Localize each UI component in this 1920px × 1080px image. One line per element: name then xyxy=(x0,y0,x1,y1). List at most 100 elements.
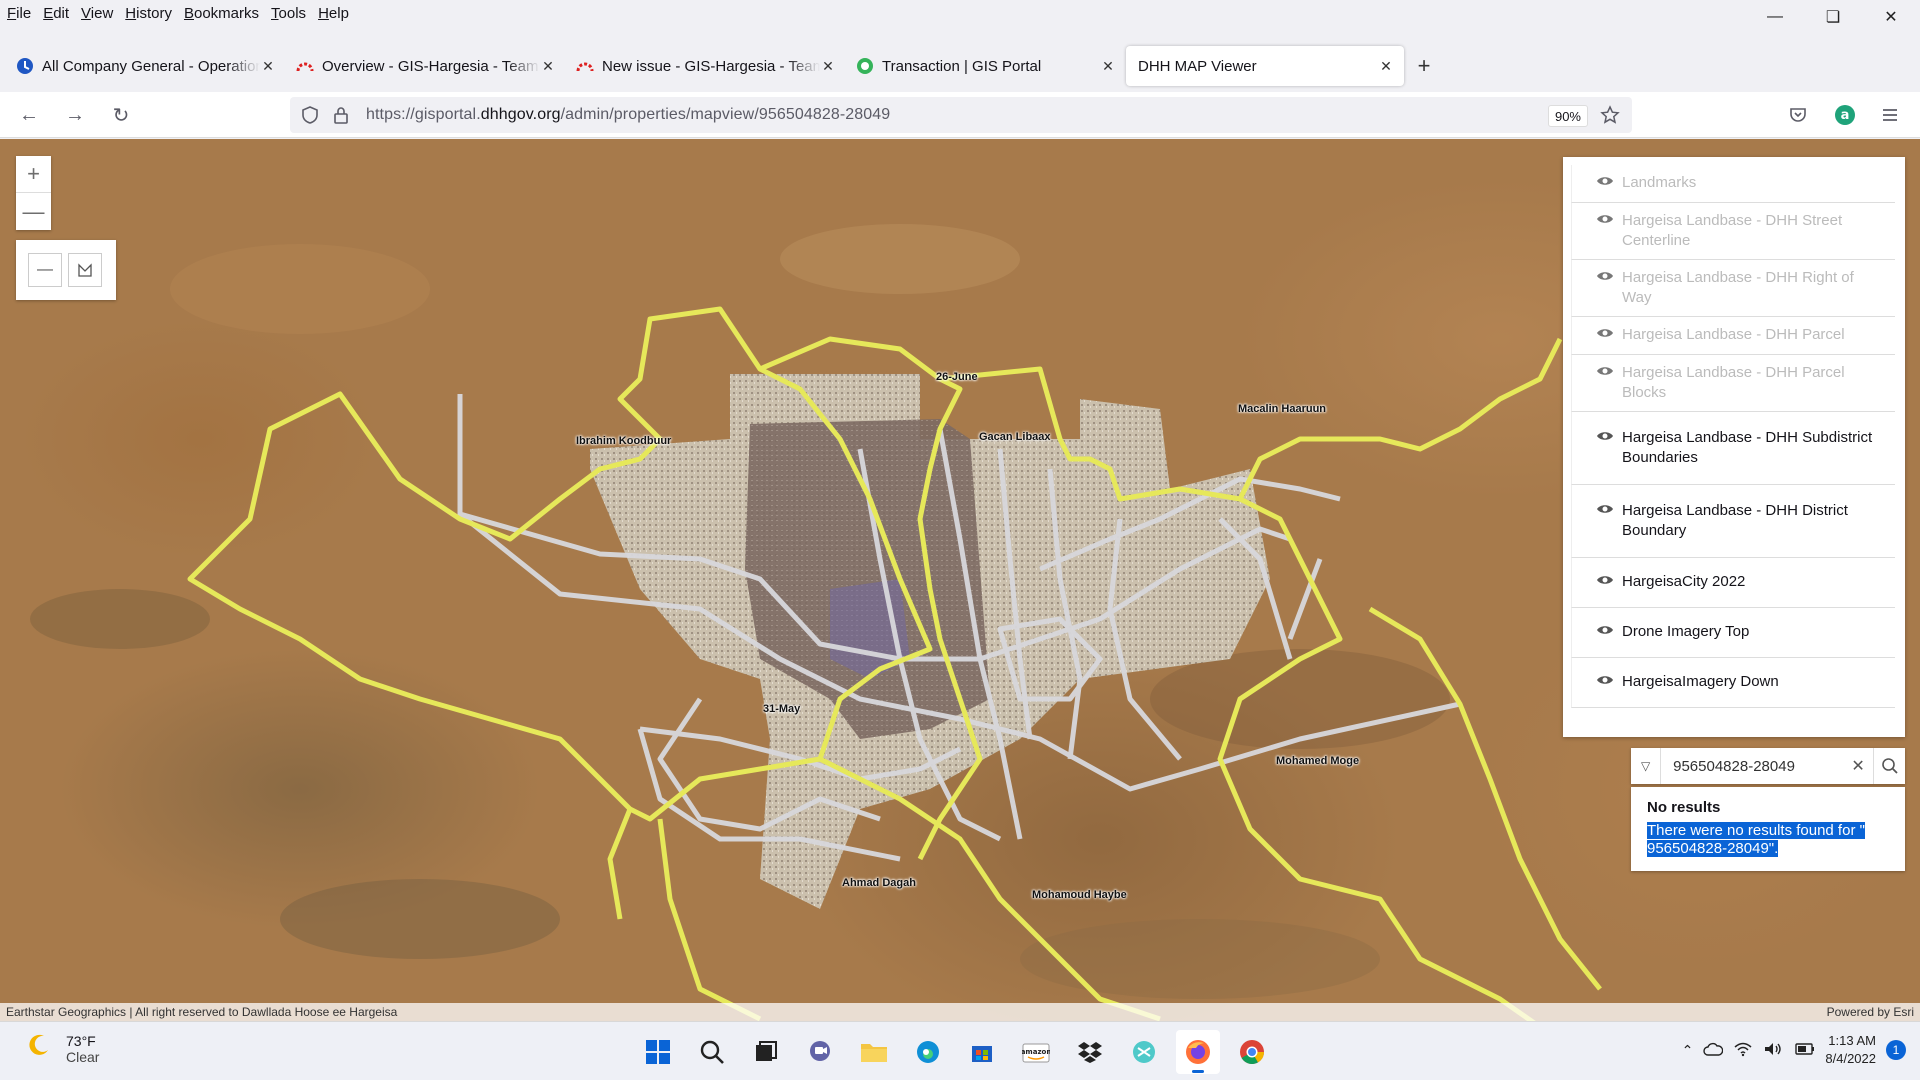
tab-teams-general[interactable]: All Company General - Operations ✕ xyxy=(6,46,286,86)
shield-icon[interactable] xyxy=(300,105,320,130)
eye-icon[interactable] xyxy=(1596,673,1622,693)
tab-title: Transaction | GIS Portal xyxy=(882,57,1042,75)
menu-bookmarks[interactable]: Bookmarks xyxy=(179,5,264,22)
zoom-out-button[interactable]: — xyxy=(16,193,51,230)
onedrive-cloud-icon[interactable] xyxy=(1703,1042,1724,1059)
eye-icon[interactable] xyxy=(1596,429,1622,449)
new-tab-button[interactable]: + xyxy=(1404,46,1444,86)
volume-icon[interactable] xyxy=(1763,1041,1783,1060)
menu-help[interactable]: Help xyxy=(313,5,354,22)
search-input[interactable] xyxy=(1673,757,1844,775)
close-tab-icon[interactable]: ✕ xyxy=(1378,58,1394,75)
start-button[interactable] xyxy=(636,1030,680,1074)
eye-icon[interactable] xyxy=(1596,174,1622,194)
layer-item-parcel-blocks[interactable]: Hargeisa Landbase - DHH Parcel Blocks xyxy=(1571,355,1895,412)
eye-icon[interactable] xyxy=(1596,326,1622,346)
menu-history[interactable]: History xyxy=(120,5,177,22)
window-controls: — ❏ ✕ xyxy=(1746,0,1920,34)
account-extension-icon[interactable]: a xyxy=(1834,104,1856,131)
teams-chat-button[interactable] xyxy=(798,1030,842,1074)
layer-item-street-centerline[interactable]: Hargeisa Landbase - DHH Street Centerlin… xyxy=(1571,203,1895,260)
edge-button[interactable] xyxy=(906,1030,950,1074)
restore-button[interactable]: ❏ xyxy=(1804,0,1862,34)
weather-temperature: 73°F xyxy=(66,1032,96,1049)
layer-item-right-of-way[interactable]: Hargeisa Landbase - DHH Right of Way xyxy=(1571,260,1895,317)
layer-item-parcel[interactable]: Hargeisa Landbase - DHH Parcel xyxy=(1571,317,1895,355)
chevron-up-icon[interactable]: ⌃ xyxy=(1682,1042,1694,1059)
amazon-button[interactable]: amazon xyxy=(1014,1030,1058,1074)
dropbox-button[interactable] xyxy=(1068,1030,1112,1074)
powered-by-esri-link[interactable]: Powered by Esri xyxy=(1827,1005,1914,1019)
clear-search-icon[interactable]: ✕ xyxy=(1843,756,1873,776)
weather-condition: Clear xyxy=(66,1048,100,1065)
search-source-dropdown[interactable]: ▽ xyxy=(1631,748,1662,784)
eye-icon[interactable] xyxy=(1596,269,1622,289)
devops-icon xyxy=(296,57,314,75)
wifi-icon[interactable] xyxy=(1733,1041,1753,1060)
menu-tools[interactable]: Tools xyxy=(266,5,311,22)
task-view-button[interactable] xyxy=(744,1030,788,1074)
star-bookmark-icon[interactable] xyxy=(1600,105,1620,130)
tab-dhh-map-viewer[interactable]: DHH MAP Viewer ✕ xyxy=(1126,46,1404,86)
firefox-button[interactable] xyxy=(1176,1030,1220,1074)
layer-name: Hargeisa Landbase - DHH Parcel Blocks xyxy=(1622,364,1845,401)
windows-icon xyxy=(646,1040,670,1064)
battery-icon[interactable] xyxy=(1793,1042,1815,1059)
moon-icon xyxy=(26,1032,52,1065)
layer-item-hargeisacity-2022[interactable]: HargeisaCity 2022 xyxy=(1571,558,1895,608)
weather-widget[interactable]: 73°F Clear xyxy=(26,1032,99,1065)
microsoft-store-button[interactable] xyxy=(960,1030,1004,1074)
layer-item-landmarks[interactable]: Landmarks xyxy=(1571,165,1895,203)
layer-item-hargeisaimagery-down[interactable]: HargeisaImagery Down xyxy=(1571,658,1895,708)
devops-icon xyxy=(576,57,594,75)
firefox-icon xyxy=(1186,1040,1210,1064)
amazon-icon: amazon xyxy=(1022,1043,1050,1063)
file-explorer-button[interactable] xyxy=(852,1030,896,1074)
zoom-level-badge[interactable]: 90% xyxy=(1547,105,1588,127)
reload-button[interactable]: ↻ xyxy=(106,100,136,130)
close-tab-icon[interactable]: ✕ xyxy=(1100,58,1116,75)
layer-item-subdistrict-boundaries[interactable]: Hargeisa Landbase - DHH Subdistrict Boun… xyxy=(1571,412,1895,485)
layer-item-drone-imagery-top[interactable]: Drone Imagery Top xyxy=(1571,608,1895,658)
eye-icon[interactable] xyxy=(1596,212,1622,232)
forward-button[interactable]: → xyxy=(60,100,90,130)
hamburger-menu-icon[interactable] xyxy=(1880,105,1900,130)
url-bar[interactable]: https://gisportal.dhhgov.org/admin/prope… xyxy=(290,97,1632,133)
menu-file[interactable]: File xyxy=(2,5,36,22)
eye-icon[interactable] xyxy=(1596,502,1622,522)
folder-icon xyxy=(861,1044,887,1062)
tab-new-issue[interactable]: New issue - GIS-Hargesia - Team ✕ xyxy=(566,46,846,86)
tab-overview[interactable]: Overview - GIS-Hargesia - Team ✕ xyxy=(286,46,566,86)
eye-icon[interactable] xyxy=(1596,573,1622,593)
close-tab-icon[interactable]: ✕ xyxy=(820,58,836,75)
close-tab-icon[interactable]: ✕ xyxy=(540,58,556,75)
zoom-in-button[interactable]: + xyxy=(16,156,51,193)
close-tab-icon[interactable]: ✕ xyxy=(260,58,276,75)
polygon-tool-button[interactable] xyxy=(68,253,102,287)
layer-name: Hargeisa Landbase - DHH Street Centerlin… xyxy=(1622,212,1843,249)
menu-edit[interactable]: Edit xyxy=(38,5,74,22)
back-button[interactable]: ← xyxy=(14,100,44,130)
tab-title: DHH MAP Viewer xyxy=(1138,57,1257,75)
lock-icon[interactable] xyxy=(332,105,350,130)
eye-icon[interactable] xyxy=(1596,623,1622,643)
chat-icon xyxy=(810,1041,830,1061)
notification-badge[interactable]: 1 xyxy=(1886,1040,1906,1060)
chrome-button[interactable] xyxy=(1230,1030,1274,1074)
pocket-icon[interactable] xyxy=(1788,105,1808,130)
clock[interactable]: 1:13 AM 8/4/2022 xyxy=(1825,1032,1876,1068)
layer-name: Hargeisa Landbase - DHH District Boundar… xyxy=(1622,502,1848,539)
close-window-button[interactable]: ✕ xyxy=(1862,0,1920,34)
line-tool-button[interactable]: — xyxy=(28,253,62,287)
layer-item-district-boundary[interactable]: Hargeisa Landbase - DHH District Boundar… xyxy=(1571,485,1895,558)
mail-app-button[interactable] xyxy=(1122,1030,1166,1074)
search-icon[interactable] xyxy=(1873,748,1905,784)
navigation-bar: ← → ↻ https://gisportal.dhhgov.org/admin… xyxy=(0,92,1920,138)
url-text[interactable]: https://gisportal.dhhgov.org/admin/prope… xyxy=(366,106,890,124)
minimize-button[interactable]: — xyxy=(1746,0,1804,34)
tab-transaction[interactable]: Transaction | GIS Portal ✕ xyxy=(846,46,1126,86)
attribution-text: Earthstar Geographics | All right reserv… xyxy=(6,1005,398,1019)
eye-icon[interactable] xyxy=(1596,364,1622,384)
menu-view[interactable]: View xyxy=(76,5,118,22)
search-taskbar-button[interactable] xyxy=(690,1030,734,1074)
